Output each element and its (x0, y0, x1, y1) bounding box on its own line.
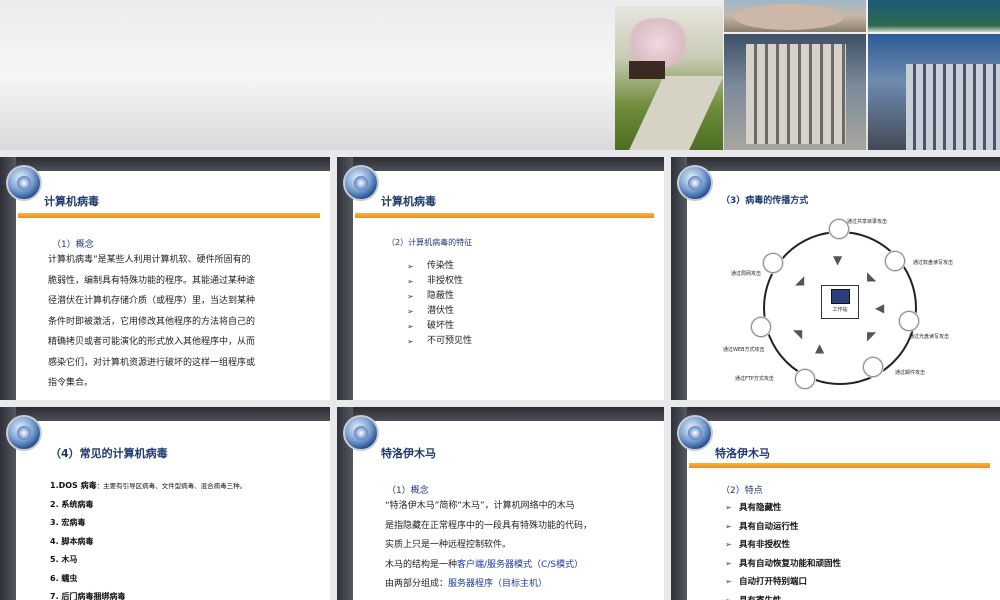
paragraph-line: 精确拷贝或者可能演化的形式放入其他程序中，从而 (48, 337, 256, 347)
slide-title: 特洛伊木马 (381, 447, 436, 460)
paragraph-line: 由两部分组成：服务器程序（目标主机） (385, 579, 548, 589)
paragraph-line: 感染它们，对计算机资源进行破坏的这样一组程序或 (48, 357, 256, 368)
arrow-icon: ◤ (867, 329, 877, 343)
slide-title: 计算机病毒 (381, 195, 436, 208)
paragraph-line: 木马的结构是一种客户端/服务器模式（C/S模式） (385, 559, 584, 570)
list-item: 7. 后门病毒捆绑病毒 (50, 592, 126, 600)
list-item: 3. 宏病毒 (50, 518, 86, 527)
list-item: 自动打开特别端口 (725, 573, 841, 592)
slide-subtitle: （2）计算机病毒的特征 (387, 238, 473, 247)
arrow-icon: ◥ (793, 327, 803, 341)
arrow-up-icon: ▲ (815, 341, 825, 355)
slide-title: 特洛伊木马 (715, 447, 770, 460)
paragraph-line: 实质上只是一种远程控制软件。 (385, 540, 512, 550)
mail-node-icon (863, 357, 883, 377)
paragraph-line: 脆弱性，编制具有特殊功能的程序。其能通过某种途 (48, 275, 256, 286)
trojan-feature-list: 具有隐藏性 具有自动运行性 具有非授权性 具有自动恢复功能和顽固性 自动打开特别… (725, 499, 841, 600)
slide-thumbnail-4[interactable]: （4）常见的计算机病毒 1.DOS 病毒：主要有引导区病毒、文件型病毒、混合病毒… (0, 407, 330, 600)
building-night-photo (868, 34, 1000, 150)
list-item: 潜伏性 (407, 304, 472, 319)
arrow-left-icon: ◀ (875, 301, 885, 315)
paragraph-line: 条件时即被激活，它用修改其他程序的方法将自己的 (48, 316, 256, 327)
paragraph-line: 计算机病毒”是某些人利用计算机软、硬件所固有的 (48, 255, 251, 265)
globe-logo-icon (343, 415, 379, 451)
paragraph-line: 是指隐藏在正常程序中的一段具有特殊功能的代码， (385, 520, 593, 531)
slide-topbar (337, 407, 664, 421)
ftp-node-icon (795, 369, 815, 389)
cd-node-icon (899, 311, 919, 331)
campus-bench-photo (615, 6, 723, 150)
list-item: 6. 蠕虫 (50, 573, 78, 583)
slide-topbar (337, 157, 664, 171)
virus-type-list: 1.DOS 病毒：主要有引导区病毒、文件型病毒、混合病毒三种。 2. 系统病毒 … (50, 477, 246, 600)
lan-attack-label: 通过局网攻击 (731, 271, 762, 277)
share-attack-label: 通过共享目录攻击 (847, 219, 888, 225)
globe-logo-icon (677, 165, 713, 201)
slide-topbar (0, 157, 330, 171)
workstation-label: 工作站 (832, 307, 848, 313)
list-item: 具有寄生性 (725, 592, 841, 600)
arrow-icon: ◢ (795, 273, 805, 287)
list-item: 4. 脚本病毒 (50, 536, 94, 546)
list-item: 破坏性 (407, 319, 472, 334)
arrow-icon: ◣ (867, 269, 877, 283)
floppy-attack-label: 通过软盘读写攻击 (913, 260, 954, 266)
list-item: 隐蔽性 (407, 289, 472, 304)
web-attack-label: 通过WEB方式攻击 (723, 347, 765, 353)
slide-thumbnail-5[interactable]: 特洛伊木马 （1）概念 “特洛伊木马”简称“木马”，计算机网络中的木马 是指隐藏… (337, 407, 664, 600)
list-item: 具有非授权性 (725, 536, 841, 555)
title-rule (689, 463, 990, 468)
list-item: 1.DOS 病毒：主要有引导区病毒、文件型病毒、混合病毒三种。 (50, 481, 247, 490)
list-item: 非授权性 (407, 274, 472, 289)
lawn-photo (868, 0, 1000, 32)
slide-thumbnail-1[interactable]: 计算机病毒 （1）概念 计算机病毒”是某些人利用计算机软、硬件所固有的 脆弱性，… (0, 157, 330, 400)
slide-thumbnail-6[interactable]: 特洛伊木马 （2）特点 具有隐藏性 具有自动运行性 具有非授权性 具有自动恢复功… (671, 407, 1000, 600)
title-rule (355, 213, 654, 218)
arrow-down-icon: ▼ (833, 253, 843, 267)
slide-subtitle: （1）概念 (387, 486, 429, 496)
mail-attack-label: 通过邮件攻击 (895, 370, 926, 376)
title-rule (18, 213, 320, 218)
floppy-node-icon (885, 251, 905, 271)
globe-logo-icon (677, 415, 713, 451)
share-node-icon (829, 219, 849, 239)
slide-subtitle: （1）概念 (52, 240, 94, 250)
list-item: 5. 木马 (50, 555, 78, 564)
trojan-paragraph: “特洛伊木马”简称“木马”，计算机网络中的木马 是指隐藏在正常程序中的一段具有特… (385, 497, 592, 595)
slide-thumbnail-2[interactable]: 计算机病毒 （2）计算机病毒的特征 传染性 非授权性 隐蔽性 潜伏性 破坏性 不… (337, 157, 664, 400)
list-item: 2. 系统病毒 (50, 499, 94, 509)
paragraph-line: 径潜伏在计算机存储介质（或程序）里，当达到某种 (48, 296, 256, 306)
list-item: 具有隐藏性 (725, 499, 841, 518)
slide-title: 计算机病毒 (44, 195, 99, 208)
slide-thumbnail-3[interactable]: （3）病毒的传播方式 工作站 ▼ ◣ ◀ ◤ ▲ ◥ ◢ 通过共享目录攻击 通过… (671, 157, 1000, 400)
slide-topbar (671, 157, 1000, 171)
list-item: 具有自动运行性 (725, 518, 841, 537)
slide-topbar (0, 407, 330, 421)
slide-title: （3）病毒的传播方式 (721, 196, 809, 206)
list-item: 具有自动恢复功能和顽固性 (725, 555, 841, 574)
header-banner (0, 0, 1000, 150)
feature-list: 传染性 非授权性 隐蔽性 潜伏性 破坏性 不可预见性 (407, 259, 472, 349)
slide-subtitle: （2）特点 (721, 486, 763, 496)
slide-topbar (671, 407, 1000, 421)
workstation-icon: 工作站 (821, 285, 859, 319)
paragraph-line: 指令集合。 (48, 378, 94, 388)
globe-logo-icon (6, 415, 42, 451)
building-photo (724, 34, 866, 150)
list-item: 不可预见性 (407, 334, 472, 349)
paragraph-line: “特洛伊木马”简称“木马”，计算机网络中的木马 (385, 501, 575, 511)
lan-node-icon (763, 253, 783, 273)
list-item: 传染性 (407, 259, 472, 274)
cd-attack-label: 通过光盘读写攻击 (909, 334, 950, 340)
concept-paragraph: 计算机病毒”是某些人利用计算机软、硬件所固有的 脆弱性，编制具有特殊功能的程序。… (48, 250, 255, 394)
slide-title: （4）常见的计算机病毒 (50, 447, 168, 460)
ftp-attack-label: 通过FTP方式攻击 (735, 376, 774, 382)
web-node-icon (751, 317, 771, 337)
rock-photo (724, 0, 866, 32)
globe-logo-icon (343, 165, 379, 201)
globe-logo-icon (6, 165, 42, 201)
